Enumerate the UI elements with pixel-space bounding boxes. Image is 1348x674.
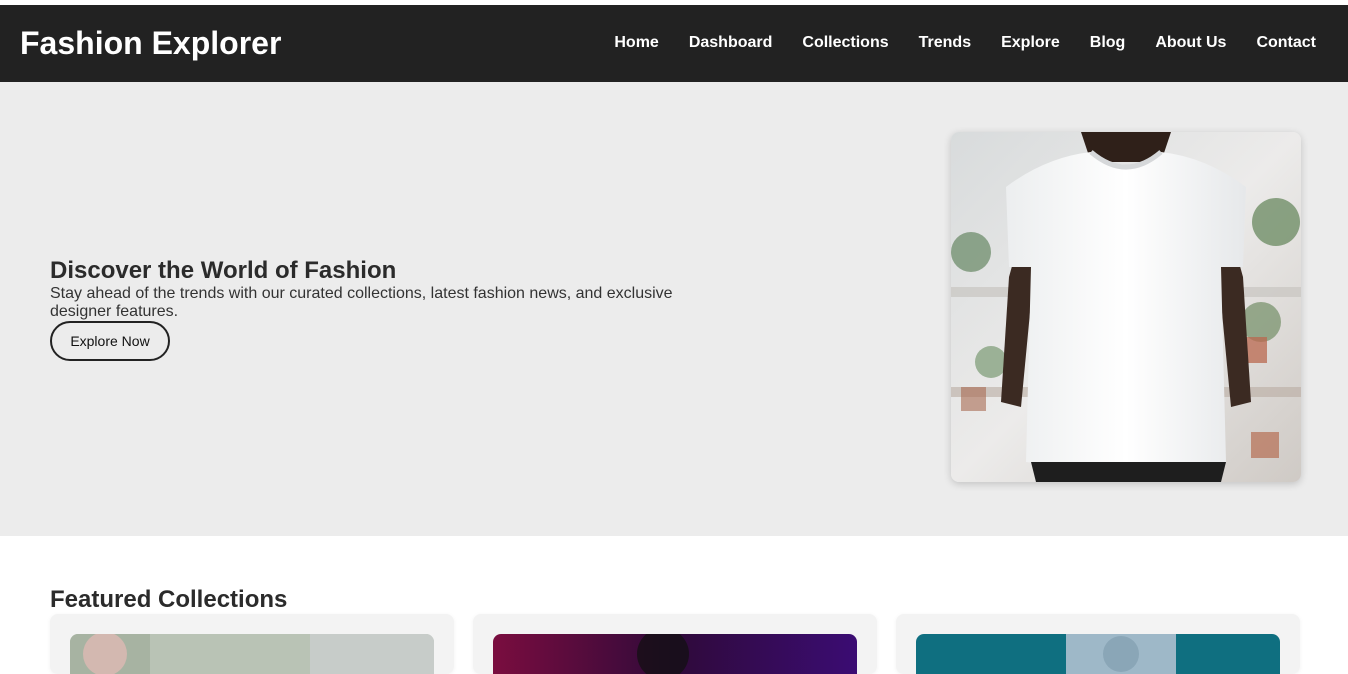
collection-card-3[interactable] (896, 614, 1300, 674)
brand-title[interactable]: Fashion Explorer (20, 25, 281, 61)
nav-link-explore[interactable]: Explore (1001, 33, 1060, 53)
nav-link-about-us[interactable]: About Us (1155, 33, 1226, 53)
explore-now-button[interactable]: Explore Now (50, 321, 170, 361)
collection-image-3-icon (916, 634, 1280, 674)
hero-image (951, 132, 1301, 482)
featured-collections-title: Featured Collections (50, 586, 288, 613)
collection-image-3[interactable] (916, 634, 1280, 674)
nav-links: Home Dashboard Collections Trends Explor… (614, 33, 1316, 53)
hero-section: Discover the World of Fashion Stay ahead… (0, 82, 1348, 536)
collection-image-1-icon (70, 634, 434, 674)
nav-link-dashboard[interactable]: Dashboard (689, 33, 773, 53)
hero-description: Stay ahead of the trends with our curate… (50, 285, 673, 320)
collection-card-1[interactable] (50, 614, 454, 674)
collection-image-2[interactable] (493, 634, 857, 674)
nav-link-home[interactable]: Home (614, 33, 658, 53)
collection-card-2[interactable] (473, 614, 877, 674)
collection-image-1[interactable] (70, 634, 434, 674)
hero-title: Discover the World of Fashion (50, 257, 397, 284)
collection-image-2-icon (493, 634, 857, 674)
nav-link-collections[interactable]: Collections (802, 33, 888, 53)
navbar: Fashion Explorer Home Dashboard Collecti… (0, 5, 1348, 82)
tshirt-model-icon (951, 132, 1301, 482)
nav-link-blog[interactable]: Blog (1090, 33, 1126, 53)
nav-link-contact[interactable]: Contact (1256, 33, 1316, 53)
nav-link-trends[interactable]: Trends (919, 33, 971, 53)
